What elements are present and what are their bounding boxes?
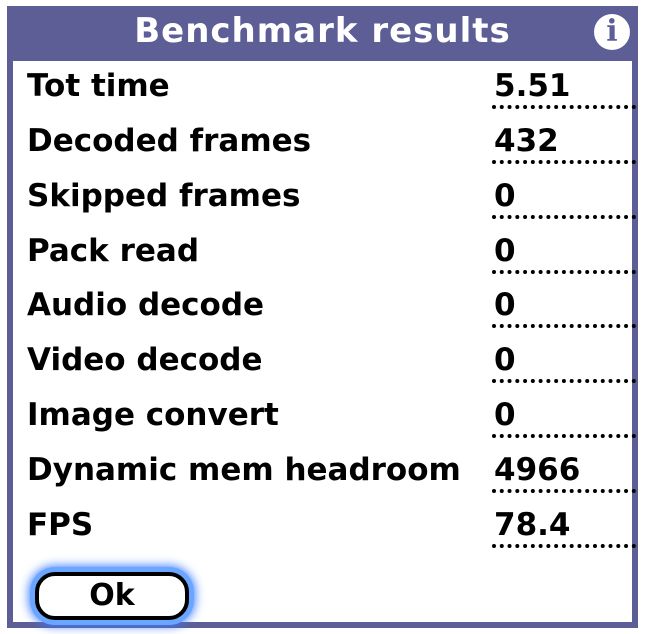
result-row-video-decode: Video decode 0 <box>27 335 637 385</box>
dotted-underline <box>492 105 636 109</box>
row-value-field: 0 <box>492 280 636 330</box>
result-row-audio-decode: Audio decode 0 <box>27 280 637 330</box>
row-value-field: 0 <box>492 171 636 221</box>
row-value: 0 <box>494 397 516 433</box>
row-value-field: 4966 <box>492 445 636 495</box>
row-label: Decoded frames <box>27 123 312 159</box>
dotted-underline <box>492 324 636 328</box>
result-row-dynamic-mem-headroom: Dynamic mem headroom 4966 <box>27 445 637 495</box>
row-value: 0 <box>494 178 516 214</box>
dotted-underline <box>492 544 636 548</box>
benchmark-results-dialog: Benchmark results i Tot time 5.51 Decode… <box>7 6 638 628</box>
result-row-tot-time: Tot time 5.51 <box>27 61 637 111</box>
row-value: 432 <box>494 123 559 159</box>
row-label: Skipped frames <box>27 178 301 214</box>
row-value-field: 432 <box>492 116 636 166</box>
row-label: FPS <box>27 507 94 543</box>
row-value: 0 <box>494 287 516 323</box>
dotted-underline <box>492 160 636 164</box>
ok-button[interactable]: Ok <box>35 572 189 620</box>
row-value: 0 <box>494 233 516 269</box>
result-row-skipped-frames: Skipped frames 0 <box>27 171 637 221</box>
row-label: Dynamic mem headroom <box>27 452 461 488</box>
result-row-decoded-frames: Decoded frames 432 <box>27 116 637 166</box>
dotted-underline <box>492 270 636 274</box>
result-row-pack-read: Pack read 0 <box>27 226 637 276</box>
row-label: Image convert <box>27 397 279 433</box>
info-icon[interactable]: i <box>594 14 630 50</box>
dialog-title: Benchmark results <box>134 11 511 51</box>
row-value-field: 5.51 <box>492 61 636 111</box>
result-row-fps: FPS 78.4 <box>27 500 637 550</box>
row-value-field: 0 <box>492 335 636 385</box>
row-label: Pack read <box>27 233 200 269</box>
row-label: Audio decode <box>27 287 265 323</box>
row-value: 5.51 <box>494 68 571 104</box>
row-value: 78.4 <box>494 507 571 543</box>
dotted-underline <box>492 434 636 438</box>
row-value-field: 0 <box>492 390 636 440</box>
dotted-underline <box>492 489 636 493</box>
title-bar: Benchmark results i <box>7 6 638 61</box>
row-label: Tot time <box>27 68 170 104</box>
row-value: 0 <box>494 342 516 378</box>
row-value-field: 78.4 <box>492 500 636 550</box>
result-row-image-convert: Image convert 0 <box>27 390 637 440</box>
row-value: 4966 <box>494 452 581 488</box>
row-label: Video decode <box>27 342 263 378</box>
dotted-underline <box>492 215 636 219</box>
row-value-field: 0 <box>492 226 636 276</box>
dotted-underline <box>492 379 636 383</box>
